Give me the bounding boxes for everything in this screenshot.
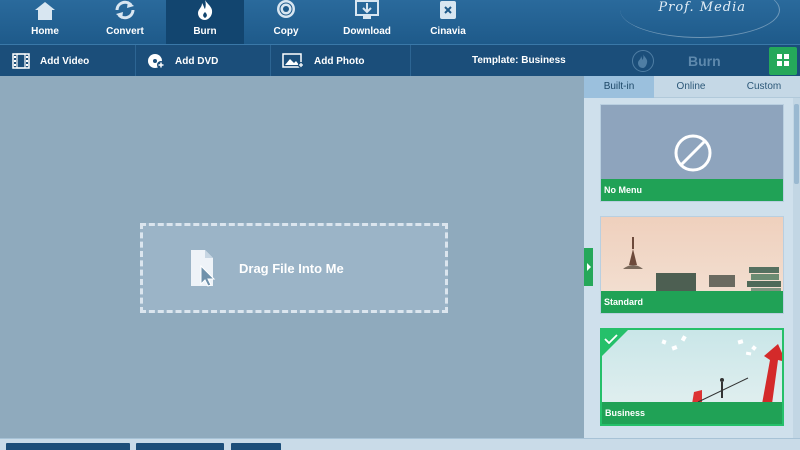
add-photo-button[interactable]: Add Photo <box>282 45 365 77</box>
standard-preview-image <box>601 217 783 298</box>
photo-add-icon <box>282 53 304 69</box>
template-card-no-menu[interactable]: No Menu <box>600 104 784 202</box>
template-tabs: Built-in Online Custom <box>584 76 800 98</box>
home-icon <box>31 0 59 20</box>
top-navigation: Home Convert Burn Copy Download Cinavia … <box>0 0 800 44</box>
nav-burn[interactable]: Burn <box>166 0 244 44</box>
business-preview-image <box>602 330 782 409</box>
template-name: No Menu <box>601 179 783 201</box>
toolbar: Add Video Add DVD Add Photo Template: Bu… <box>0 44 800 77</box>
burn-label: Burn <box>688 53 721 69</box>
brand-logo: Prof. Media <box>658 0 746 15</box>
add-video-label: Add Video <box>40 55 90 67</box>
nav-cinavia[interactable]: Cinavia <box>409 0 487 44</box>
dvd-add-icon <box>147 53 165 69</box>
add-photo-label: Add Photo <box>314 55 365 67</box>
aspect-select[interactable] <box>231 443 281 450</box>
film-icon <box>12 53 30 69</box>
nav-download-label: Download <box>343 26 391 37</box>
cinavia-icon <box>434 0 462 20</box>
quality-select[interactable] <box>136 443 224 450</box>
layout-toggle-button[interactable] <box>769 47 797 75</box>
burn-icon <box>191 0 219 20</box>
add-dvd-label: Add DVD <box>175 55 219 67</box>
toolbar-divider <box>410 45 411 77</box>
disc-capacity-indicator <box>515 444 565 450</box>
workspace: Drag File Into Me <box>0 76 584 438</box>
nav-cinavia-label: Cinavia <box>430 26 466 37</box>
nav-download[interactable]: Download <box>328 0 406 44</box>
add-dvd-button[interactable]: Add DVD <box>147 45 218 77</box>
tab-built-in[interactable]: Built-in <box>584 76 654 98</box>
template-label: Template: Business <box>472 55 566 66</box>
template-card-business[interactable]: Business <box>600 328 784 426</box>
template-name: Business <box>602 402 782 424</box>
no-menu-icon <box>673 133 713 178</box>
nav-convert-label: Convert <box>106 26 144 37</box>
nav-home-label: Home <box>31 26 59 37</box>
scrollbar-thumb[interactable] <box>794 104 799 184</box>
file-drop-zone[interactable]: Drag File Into Me <box>140 223 448 313</box>
nav-home[interactable]: Home <box>6 0 84 44</box>
nav-copy-label: Copy <box>273 26 299 37</box>
chevron-right-icon <box>586 258 592 276</box>
convert-icon <box>111 0 139 20</box>
output-format-select[interactable] <box>6 443 130 450</box>
burn-button[interactable]: Burn <box>632 45 721 77</box>
copy-icon <box>272 0 300 20</box>
template-panel: Built-in Online Custom No Menu Standard … <box>584 76 800 438</box>
template-card-standard[interactable]: Standard <box>600 216 784 314</box>
bottom-bar <box>0 438 800 450</box>
panel-collapse-handle[interactable] <box>584 248 593 286</box>
grid-icon <box>776 53 790 70</box>
toolbar-divider <box>135 45 136 77</box>
check-icon <box>604 331 618 349</box>
template-name: Standard <box>601 291 783 313</box>
nav-burn-label: Burn <box>193 26 217 37</box>
add-video-button[interactable]: Add Video <box>12 45 89 77</box>
drop-zone-label: Drag File Into Me <box>239 260 344 276</box>
nav-convert[interactable]: Convert <box>86 0 164 44</box>
file-drag-icon <box>187 246 223 290</box>
flame-icon <box>632 50 654 72</box>
template-scrollbar[interactable] <box>793 98 800 438</box>
toolbar-divider <box>270 45 271 77</box>
tab-custom[interactable]: Custom <box>728 76 800 98</box>
tab-online[interactable]: Online <box>654 76 728 98</box>
nav-copy[interactable]: Copy <box>247 0 325 44</box>
download-icon <box>353 0 381 20</box>
